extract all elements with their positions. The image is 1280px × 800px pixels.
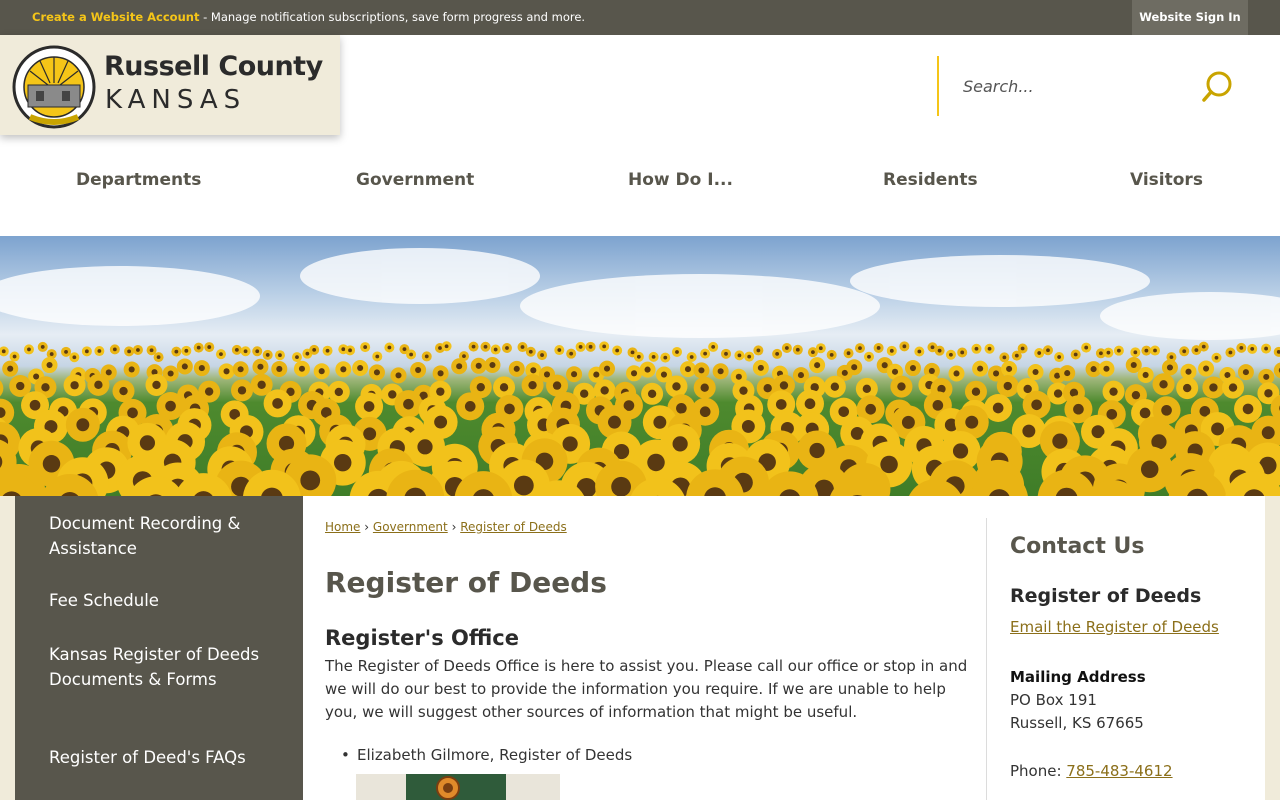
sidebar-item-fee-schedule[interactable]: Fee Schedule [49, 588, 269, 613]
account-message-text: - Manage notification subscriptions, sav… [199, 10, 586, 24]
nav-departments[interactable]: Departments [76, 170, 201, 190]
address-line-1: PO Box 191 [1010, 691, 1097, 709]
website-sign-in-button[interactable]: Website Sign In [1132, 0, 1248, 35]
address-line-2: Russell, KS 67665 [1010, 714, 1144, 732]
intro-paragraph: The Register of Deeds Office is here to … [325, 657, 968, 721]
account-message: Create a Website Account - Manage notifi… [32, 0, 585, 35]
top-utility-bar: Create a Website Account - Manage notifi… [0, 0, 1280, 35]
hero-banner-sunflowers [0, 236, 1280, 496]
breadcrumb-government[interactable]: Government [373, 520, 448, 534]
nav-how-do-i[interactable]: How Do I... [628, 170, 733, 190]
breadcrumb: Home › Government › Register of Deeds [325, 520, 567, 534]
nav-residents[interactable]: Residents [883, 170, 978, 190]
staff-photo-image [356, 774, 560, 800]
logo-title: Russell County [104, 51, 323, 82]
create-account-link[interactable]: Create a Website Account [32, 10, 199, 24]
main-navigation: Departments Government How Do I... Resid… [0, 170, 1280, 202]
main-content: Home › Government › Register of Deeds Re… [303, 496, 1265, 800]
section-heading: Register's Office [325, 626, 519, 650]
staff-photo [356, 774, 560, 800]
staff-list-item: Elizabeth Gilmore, Register of Deeds [341, 746, 632, 764]
search-icon [1202, 71, 1232, 102]
mailing-address-label: Mailing Address [1010, 668, 1146, 686]
nav-visitors[interactable]: Visitors [1130, 170, 1203, 190]
logo-subtitle: KANSAS [105, 85, 247, 115]
breadcrumb-register-of-deeds[interactable]: Register of Deeds [460, 520, 566, 534]
phone-link[interactable]: 785-483-4612 [1066, 762, 1172, 780]
breadcrumb-home[interactable]: Home [325, 520, 360, 534]
nav-government[interactable]: Government [356, 170, 474, 190]
page-title: Register of Deeds [325, 566, 607, 599]
search-button[interactable] [1201, 70, 1235, 104]
sidebar-item-document-recording[interactable]: Document Recording & Assistance [49, 511, 269, 561]
phone-label: Phone: [1010, 762, 1067, 780]
contact-us-heading: Contact Us [1010, 534, 1145, 559]
site-logo[interactable]: Russell County KANSAS [0, 35, 340, 135]
section-sidebar: Document Recording & Assistance Fee Sche… [15, 496, 303, 800]
column-divider [986, 518, 987, 800]
site-header: Russell County KANSAS Departments Govern… [0, 35, 1280, 236]
breadcrumb-separator: › [364, 520, 370, 534]
contact-department: Register of Deeds [1010, 585, 1202, 607]
search-input[interactable] [963, 72, 1183, 100]
sunflower-field-image [0, 248, 1280, 496]
breadcrumb-separator: › [451, 520, 457, 534]
email-register-link[interactable]: Email the Register of Deeds [1010, 618, 1219, 636]
sidebar-item-faqs[interactable]: Register of Deed's FAQs [49, 745, 269, 770]
search-box [937, 56, 1247, 116]
sidebar-item-documents-forms[interactable]: Kansas Register of Deeds Documents & For… [49, 642, 269, 692]
county-seal-logo [12, 45, 96, 129]
phone-line: Phone: 785-483-4612 [1010, 762, 1173, 780]
